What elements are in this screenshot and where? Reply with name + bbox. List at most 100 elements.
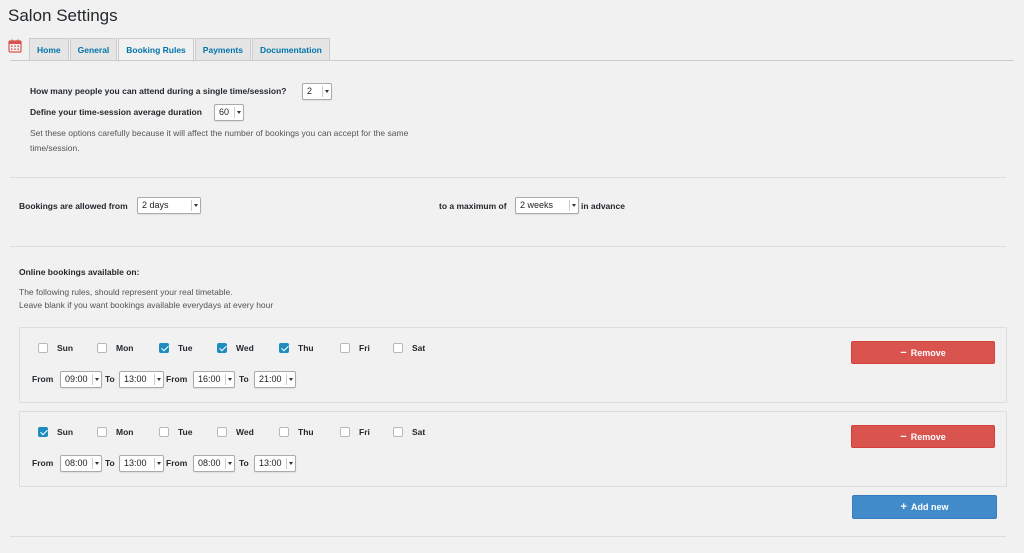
divider xyxy=(10,177,1006,178)
chevron-down-icon xyxy=(157,462,161,465)
online-bookings-desc-2: Leave blank if you want bookings availab… xyxy=(19,300,274,310)
day-label: Sat xyxy=(412,427,426,437)
day-label: Thu xyxy=(298,427,314,437)
tab-payments[interactable]: Payments xyxy=(194,38,251,61)
chevron-down-icon xyxy=(95,378,99,381)
day-wed[interactable]: Wed xyxy=(217,343,254,353)
online-bookings-title: Online bookings available on: xyxy=(19,267,140,277)
maximum-label: to a maximum of xyxy=(439,201,507,211)
day-checkbox[interactable] xyxy=(97,343,107,353)
day-label: Wed xyxy=(236,427,254,437)
day-checkbox[interactable] xyxy=(393,343,403,353)
chevron-down-icon xyxy=(237,111,241,114)
session-note: Set these options carefully because it w… xyxy=(30,128,409,153)
people-per-session-select[interactable]: 2 xyxy=(302,83,332,100)
bookings-max-select[interactable]: 2 weeks xyxy=(515,197,579,214)
bookings-from-select[interactable]: 2 days xyxy=(137,197,201,214)
time-value: 08:00 xyxy=(65,458,88,468)
tab-general[interactable]: General xyxy=(69,38,118,61)
day-sun[interactable]: Sun xyxy=(38,343,73,353)
day-label: Sun xyxy=(57,343,74,353)
time-from-select[interactable]: 09:00 xyxy=(60,371,102,388)
divider xyxy=(10,246,1006,247)
day-sun[interactable]: Sun xyxy=(38,427,73,437)
minus-icon: − xyxy=(900,430,907,443)
day-thu[interactable]: Thu xyxy=(279,427,314,437)
day-checkbox[interactable] xyxy=(38,427,48,437)
from-label: From xyxy=(166,458,188,468)
timetable-rule-2: Sun Mon Tue Wed Thu Fri Sat − Remove From… xyxy=(19,411,1007,487)
settings-tabs: Home General Booking Rules Payments Docu… xyxy=(29,38,331,62)
day-sat[interactable]: Sat xyxy=(393,427,425,437)
day-tue[interactable]: Tue xyxy=(159,343,192,353)
chevron-down-icon xyxy=(157,378,161,381)
from-label: From xyxy=(32,374,54,384)
chevron-down-icon xyxy=(228,378,232,381)
day-checkbox[interactable] xyxy=(217,343,227,353)
bookings-from-label: Bookings are allowed from xyxy=(19,201,128,211)
day-label: Tue xyxy=(178,343,193,353)
tab-documentation[interactable]: Documentation xyxy=(251,38,330,61)
day-label: Sun xyxy=(57,427,74,437)
chevron-down-icon xyxy=(95,462,99,465)
day-checkbox[interactable] xyxy=(340,343,350,353)
plus-icon: + xyxy=(900,501,907,513)
people-per-session-label: How many people you can attend during a … xyxy=(30,86,287,96)
day-checkbox[interactable] xyxy=(279,427,289,437)
time-value: 13:00 xyxy=(259,458,282,468)
time-from-select[interactable]: 08:00 xyxy=(193,455,235,472)
remove-label: Remove xyxy=(910,431,946,442)
session-duration-label: Define your time-session average duratio… xyxy=(30,107,202,117)
day-fri[interactable]: Fri xyxy=(340,343,370,353)
calendar-icon xyxy=(8,39,22,53)
day-thu[interactable]: Thu xyxy=(279,343,314,353)
chevron-down-icon xyxy=(572,204,576,207)
day-checkbox[interactable] xyxy=(340,427,350,437)
day-checkbox[interactable] xyxy=(159,343,169,353)
remove-rule-button[interactable]: − Remove xyxy=(851,425,995,448)
tab-booking-rules[interactable]: Booking Rules xyxy=(118,38,194,62)
remove-label: Remove xyxy=(910,347,946,358)
time-from-select[interactable]: 08:00 xyxy=(60,455,102,472)
day-label: Fri xyxy=(359,343,370,353)
session-duration-select[interactable]: 60 xyxy=(214,104,244,121)
minus-icon: − xyxy=(900,346,907,359)
to-label: To xyxy=(105,374,115,384)
time-from-select[interactable]: 16:00 xyxy=(193,371,235,388)
day-checkbox[interactable] xyxy=(159,427,169,437)
day-checkbox[interactable] xyxy=(217,427,227,437)
time-value: 13:00 xyxy=(124,458,147,468)
tab-home[interactable]: Home xyxy=(29,38,69,61)
time-value: 13:00 xyxy=(124,374,147,384)
time-value: 21:00 xyxy=(259,374,282,384)
day-label: Tue xyxy=(178,427,193,437)
add-new-rule-button[interactable]: + Add new xyxy=(852,495,997,519)
day-fri[interactable]: Fri xyxy=(340,427,370,437)
day-checkbox[interactable] xyxy=(38,343,48,353)
to-label: To xyxy=(105,458,115,468)
chevron-down-icon xyxy=(325,90,329,93)
day-checkbox[interactable] xyxy=(279,343,289,353)
chevron-down-icon xyxy=(194,204,198,207)
day-sat[interactable]: Sat xyxy=(393,343,425,353)
time-to-select[interactable]: 21:00 xyxy=(254,371,296,388)
time-to-select[interactable]: 13:00 xyxy=(119,455,164,472)
from-label: From xyxy=(32,458,54,468)
day-mon[interactable]: Mon xyxy=(97,343,133,353)
add-new-label: Add new xyxy=(910,502,949,512)
remove-rule-button[interactable]: − Remove xyxy=(851,341,995,364)
bookings-from-value: 2 days xyxy=(142,200,169,210)
day-mon[interactable]: Mon xyxy=(97,427,133,437)
bookings-max-value: 2 weeks xyxy=(520,200,554,210)
time-to-select[interactable]: 13:00 xyxy=(119,371,164,388)
to-label: To xyxy=(239,374,249,384)
day-label: Mon xyxy=(116,343,134,353)
day-wed[interactable]: Wed xyxy=(217,427,254,437)
time-to-select[interactable]: 13:00 xyxy=(254,455,296,472)
day-label: Mon xyxy=(116,427,134,437)
day-tue[interactable]: Tue xyxy=(159,427,192,437)
time-value: 09:00 xyxy=(65,374,88,384)
day-checkbox[interactable] xyxy=(393,427,403,437)
chevron-down-icon xyxy=(289,378,293,381)
day-checkbox[interactable] xyxy=(97,427,107,437)
